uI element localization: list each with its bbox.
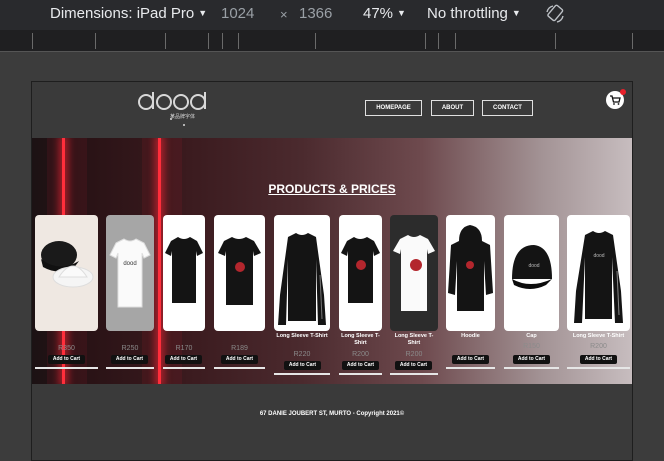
nav-homepage[interactable]: HOMEPAGE (365, 100, 422, 116)
caret-down-icon: ▼ (397, 8, 406, 18)
card-underline (390, 373, 438, 375)
product-price: R220 (293, 351, 311, 358)
add-to-cart-button[interactable]: Add to Cart (111, 355, 148, 364)
svg-text:dood: dood (123, 261, 136, 267)
media-query-ruler (0, 30, 664, 52)
product-image[interactable] (35, 215, 98, 331)
add-to-cart-button[interactable]: Add to Cart (221, 355, 258, 364)
dimensions-label: Dimensions: iPad Pro (50, 5, 195, 22)
rotate-icon[interactable] (544, 3, 566, 25)
product-name: Long Sleeve T-Shirt (572, 333, 625, 339)
site-header: 某品牌字体 HOMEPAGE ABOUT CONTACT (32, 82, 632, 138)
product-price: R200 (405, 351, 423, 358)
product-image[interactable]: dood (106, 215, 154, 331)
add-to-cart-button[interactable]: Add to Cart (284, 361, 321, 370)
nav-about[interactable]: ABOUT (431, 100, 474, 116)
add-to-cart-button[interactable]: Add to Cart (342, 361, 379, 370)
site-footer: 67 DANIE JOUBERT ST, MURTO - Copyright 2… (32, 384, 632, 460)
product-price: R250 (121, 345, 139, 352)
devtools-device-toolbar: Dimensions: iPad Pro ▼ 1024 × 1366 47% ▼ N… (0, 0, 664, 30)
zoom-label: 47% (363, 5, 394, 22)
add-to-cart-button[interactable]: Add to Cart (165, 355, 202, 364)
brand-logo[interactable]: 某品牌字体 (134, 88, 214, 128)
cart-badge (620, 89, 626, 95)
product-price: R189 (231, 345, 248, 352)
card-underline (504, 367, 559, 369)
svg-text:dood: dood (528, 263, 539, 269)
product-image[interactable]: dood (567, 215, 630, 331)
card-underline (214, 367, 265, 369)
product-price: R150 (523, 343, 540, 350)
logo-subtitle: 某品牌字体 (170, 114, 196, 120)
product-name: Cap (526, 333, 537, 339)
caret-down-icon: ▼ (511, 8, 521, 18)
product-name: Long Sleeve T-Shirt (341, 333, 380, 346)
add-to-cart-button[interactable]: Add to Cart (580, 355, 617, 364)
product-image[interactable] (446, 215, 495, 331)
card-underline (446, 367, 495, 369)
red-light-streak (158, 138, 161, 384)
card-underline (567, 367, 630, 369)
add-to-cart-button[interactable]: Add to Cart (395, 361, 432, 370)
add-to-cart-button[interactable]: Add to Cart (513, 355, 550, 364)
card-underline (163, 367, 205, 369)
product-price: R200 (590, 343, 607, 350)
product-name: Hoodie (461, 333, 480, 339)
product-image[interactable] (274, 215, 330, 331)
width-input[interactable]: 1024 (221, 5, 254, 22)
card-underline (106, 367, 154, 369)
card-underline (274, 373, 330, 375)
product-name: Long Sleeve T-Shirt (276, 333, 328, 339)
dimensions-dropdown[interactable]: Dimensions: iPad Pro ▼ (50, 5, 207, 22)
dimension-separator: × (280, 7, 288, 22)
nav-contact[interactable]: CONTACT (482, 100, 533, 116)
card-underline (35, 367, 98, 369)
product-image[interactable] (339, 215, 382, 331)
product-price: R350 (58, 345, 75, 352)
product-price: R170 (175, 345, 193, 352)
svg-text:dood: dood (593, 253, 604, 259)
emulated-viewport: 某品牌字体 HOMEPAGE ABOUT CONTACT PRODUCTS & … (31, 81, 633, 461)
height-input[interactable]: 1366 (299, 5, 332, 22)
caret-down-icon: ▼ (198, 8, 208, 18)
product-image[interactable] (390, 215, 438, 331)
card-underline (339, 373, 382, 375)
throttling-label: No throttling (427, 5, 508, 22)
add-to-cart-button[interactable]: Add to Cart (452, 355, 489, 364)
cart-icon[interactable] (606, 89, 626, 109)
throttling-dropdown[interactable]: No throttling ▼ (427, 5, 521, 22)
product-price: R200 (352, 351, 369, 358)
add-to-cart-button[interactable]: Add to Cart (48, 355, 85, 364)
footer-text: 67 DANIE JOUBERT ST, MURTO - Copyright 2… (259, 411, 405, 417)
product-image[interactable] (163, 215, 205, 331)
product-image[interactable] (214, 215, 265, 331)
product-image[interactable]: dood (504, 215, 559, 331)
products-heading: PRODUCTS & PRICES (268, 182, 396, 196)
hero-section: PRODUCTS & PRICES R350 Add to Cart dood … (32, 138, 632, 384)
product-name: Long Sleeve T-Shirt (394, 333, 434, 346)
zoom-dropdown[interactable]: 47% ▼ (363, 5, 406, 22)
